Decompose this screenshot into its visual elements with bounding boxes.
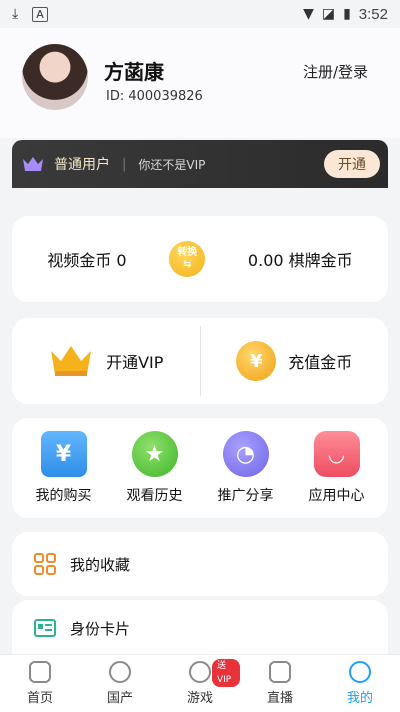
status-bar: ⤓ A ▼ ◪ ▮ 3:52 bbox=[0, 0, 400, 28]
vip-level-label: 普通用户 bbox=[54, 157, 110, 173]
keyboard-icon: A bbox=[32, 6, 48, 22]
tab-live[interactable]: 直播 bbox=[240, 655, 320, 712]
feature-grid: ¥ 我的购买 ★ 观看历史 ◔ 推广分享 ◡ 应用中心 bbox=[12, 418, 388, 518]
recharge-action[interactable]: ¥ 充值金币 bbox=[201, 341, 389, 381]
tab-domestic[interactable]: 国产 bbox=[80, 655, 160, 712]
clock-icon: ◔ bbox=[222, 431, 269, 477]
battery-icon: ▮ bbox=[343, 6, 351, 22]
grid-item-label: 应用中心 bbox=[308, 488, 365, 504]
vip-gift-badge: 送VIP bbox=[212, 659, 240, 687]
flame-icon bbox=[109, 661, 131, 683]
coin-icon: ¥ bbox=[236, 341, 277, 381]
username: 方菡康 bbox=[104, 60, 164, 84]
tab-label: 我的 bbox=[346, 691, 373, 706]
crown-icon bbox=[23, 157, 43, 171]
vip-banner[interactable]: 普通用户 | 你还不是VIP 开通 bbox=[12, 140, 388, 188]
signal-icon: ◪ bbox=[321, 6, 336, 22]
wifi-icon: ▼ bbox=[303, 6, 314, 22]
game-icon bbox=[189, 661, 211, 683]
open-vip-button[interactable]: 开通 bbox=[324, 150, 380, 178]
open-vip-action[interactable]: 开通VIP bbox=[12, 343, 200, 379]
star-icon: ★ bbox=[131, 431, 178, 477]
grid-item-purchases[interactable]: ¥ 我的购买 bbox=[22, 431, 106, 505]
exchange-button[interactable]: 转换 ⇆ bbox=[169, 241, 206, 277]
grid-item-label: 推广分享 bbox=[217, 488, 274, 504]
tab-label: 国产 bbox=[106, 691, 133, 706]
tab-mine[interactable]: 我的 bbox=[320, 655, 400, 712]
recharge-label: 充值金币 bbox=[288, 353, 353, 372]
cart-yen-icon: ¥ bbox=[40, 431, 87, 477]
id-card-label: 身份卡片 bbox=[70, 619, 131, 638]
grid-item-share[interactable]: ◔ 推广分享 bbox=[204, 431, 288, 505]
live-icon bbox=[269, 661, 291, 683]
open-vip-label: 开通VIP bbox=[106, 353, 164, 372]
profile-header: 方菡康 ID: 400039826 注册/登录 bbox=[0, 28, 400, 138]
user-id: ID: 400039826 bbox=[106, 89, 203, 104]
register-login-link[interactable]: 注册/登录 bbox=[303, 61, 368, 82]
wallet-card: 视频金币 0 转换 ⇆ 0.00 棋牌金币 bbox=[12, 216, 388, 302]
grid-item-label: 观看历史 bbox=[126, 488, 183, 504]
id-card-row[interactable]: 身份卡片 bbox=[12, 600, 388, 656]
vip-status-note: 你还不是VIP bbox=[138, 157, 206, 172]
video-coins-balance[interactable]: 视频金币 0 bbox=[47, 247, 126, 271]
download-icon: ⤓ bbox=[12, 6, 19, 22]
exchange-label: 转换 bbox=[177, 247, 198, 258]
vip-separator: | bbox=[122, 156, 127, 172]
home-icon bbox=[29, 661, 51, 683]
grid-item-history[interactable]: ★ 观看历史 bbox=[113, 431, 197, 505]
clock-time: 3:52 bbox=[358, 5, 388, 23]
grid-item-apps[interactable]: ◡ 应用中心 bbox=[295, 431, 379, 505]
my-favorites-row[interactable]: 我的收藏 bbox=[12, 532, 388, 596]
swap-icon: ⇆ bbox=[183, 259, 192, 270]
grid-item-label: 我的购买 bbox=[35, 488, 92, 504]
bottom-tab-bar: 首页 国产 送VIP 游戏 直播 我的 bbox=[0, 654, 400, 712]
favorites-label: 我的收藏 bbox=[70, 555, 131, 574]
id-card-icon bbox=[34, 619, 56, 637]
gold-crown-icon bbox=[51, 346, 92, 376]
tab-label: 游戏 bbox=[186, 691, 213, 706]
avatar[interactable] bbox=[22, 44, 88, 110]
profile-icon bbox=[349, 661, 371, 683]
chess-coins-balance[interactable]: 0.00 棋牌金币 bbox=[248, 247, 353, 271]
tab-label: 首页 bbox=[26, 691, 53, 706]
tab-label: 直播 bbox=[266, 691, 293, 706]
actions-card: 开通VIP ¥ 充值金币 bbox=[12, 318, 388, 404]
tab-games[interactable]: 送VIP 游戏 bbox=[160, 655, 240, 712]
grid-icon bbox=[34, 553, 56, 575]
tab-home[interactable]: 首页 bbox=[0, 655, 80, 712]
gift-bag-icon: ◡ bbox=[313, 431, 360, 477]
